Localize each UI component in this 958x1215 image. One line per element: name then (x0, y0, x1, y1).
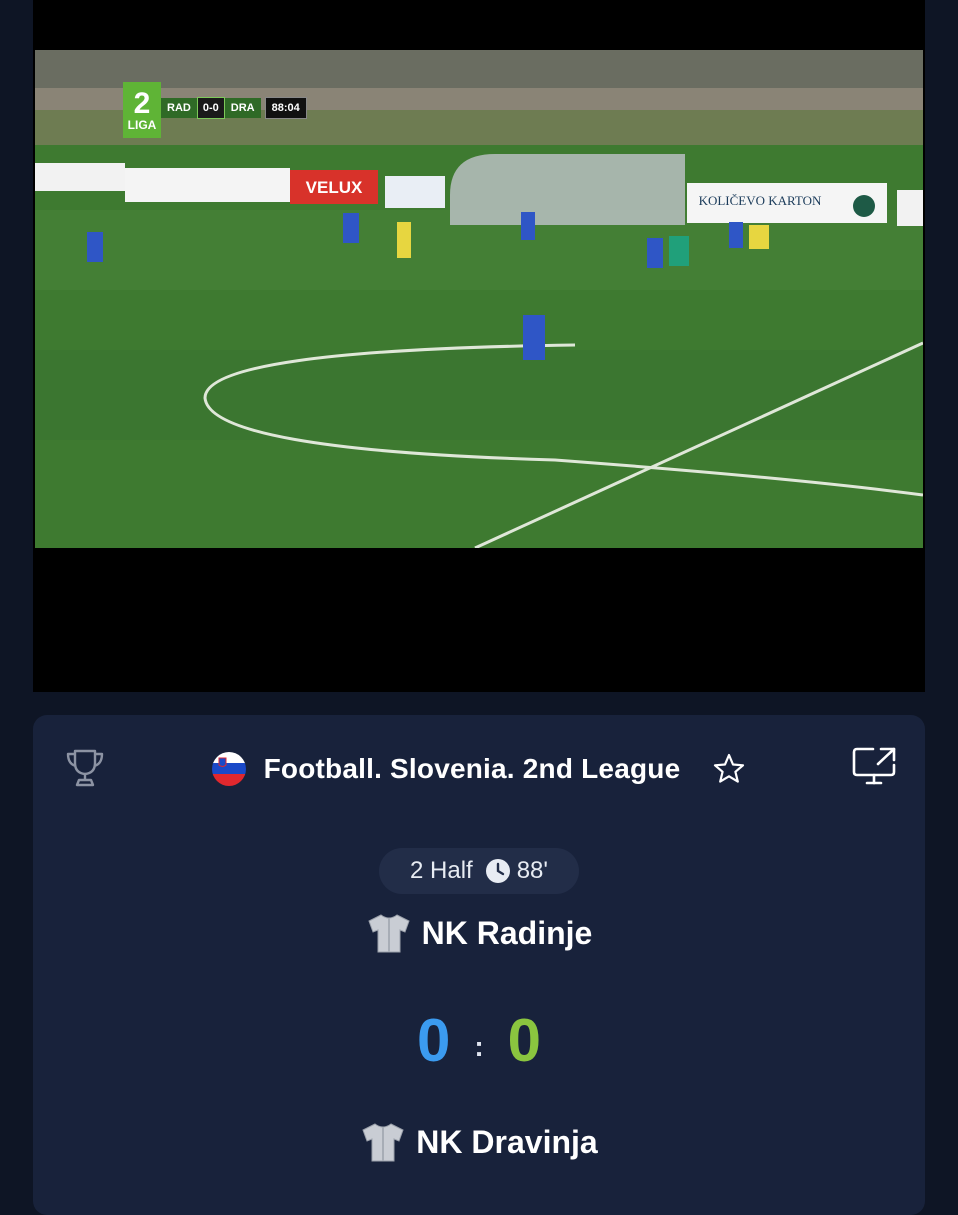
match-status-badge: 2 Half 88' (379, 848, 579, 894)
screen-share-icon[interactable] (851, 745, 899, 789)
league-name[interactable]: Football. Slovenia. 2nd League (264, 753, 681, 785)
match-minute: 88' (516, 857, 548, 884)
home-team-name: NK Radinje (421, 914, 593, 951)
slovenia-flag-icon (211, 752, 246, 786)
period-label: 2 Half (410, 857, 473, 884)
clock-icon (485, 858, 511, 884)
match-card: Football. Slovenia. 2nd League 2 Half 88… (33, 715, 925, 1215)
away-team-name: NK Dravinja (416, 1123, 598, 1160)
league-logo-overlay: 2 LIGA (123, 82, 161, 138)
home-score: 0 (416, 1006, 451, 1074)
home-team[interactable]: NK Radinje (33, 908, 925, 958)
jersey-icon (360, 1121, 406, 1163)
jersey-icon (366, 912, 412, 954)
overlay-league-text: LIGA (127, 118, 157, 132)
ad-kolicevo: KOLIČEVO KARTON (699, 193, 822, 208)
overlay-home-abbr: RAD (161, 98, 197, 118)
ad-velux: VELUX (306, 178, 363, 197)
overlay-league-number: 2 (133, 87, 151, 120)
away-score: 0 (507, 1006, 542, 1074)
score-overlay: RAD 0-0 DRA 88:04 (161, 97, 307, 119)
score-separator: : (474, 1031, 484, 1062)
overlay-away-abbr: DRA (224, 98, 261, 118)
video-frame[interactable]: VELUX KOLIČEVO KARTON 2 LIGA RAD 0-0 DRA… (35, 50, 923, 548)
video-player[interactable]: VELUX KOLIČEVO KARTON 2 LIGA RAD 0-0 DRA… (33, 0, 925, 692)
away-team[interactable]: NK Dravinja (33, 1117, 925, 1167)
scoreboard: 0 : 0 (33, 1000, 925, 1080)
league-header: Football. Slovenia. 2nd League (33, 749, 925, 789)
star-icon[interactable] (712, 752, 746, 786)
overlay-score: 0-0 (196, 97, 225, 119)
match-video-image: VELUX KOLIČEVO KARTON (35, 50, 923, 548)
overlay-clock: 88:04 (264, 97, 307, 119)
